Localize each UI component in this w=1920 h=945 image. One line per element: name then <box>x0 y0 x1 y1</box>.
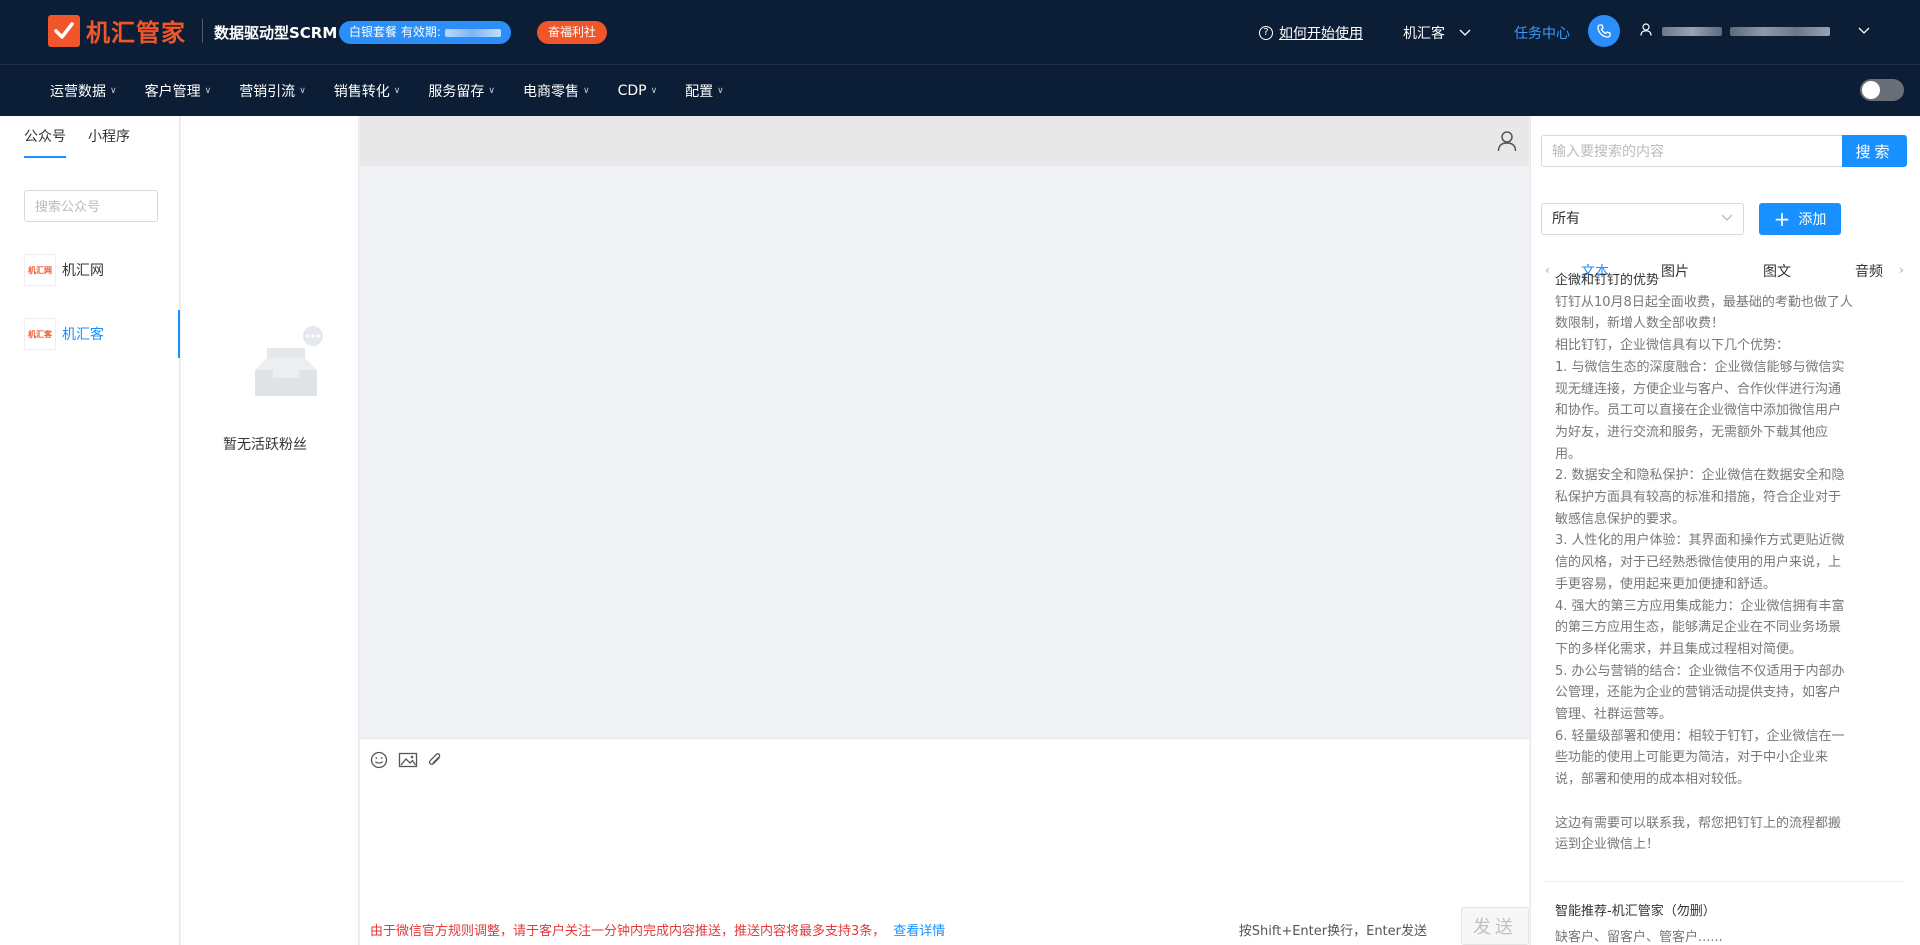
main-nav: 运营数据 ∨ 客户管理 ∨ 营销引流 ∨ 销售转化 ∨ 服务留存 ∨ 电商零售 ∨ CDP ∨… <box>0 64 1920 116</box>
nav-item-customer-mgmt[interactable]: 客户管理 ∨ <box>145 81 212 101</box>
brand-name: 机汇管家 <box>86 19 186 47</box>
user-menu[interactable] <box>1640 23 1870 40</box>
phone-icon[interactable] <box>1588 15 1620 47</box>
nav-item-service[interactable]: 服务留存 ∨ <box>428 81 495 101</box>
chevron-down-icon <box>1721 204 1733 234</box>
user-profile-icon[interactable] <box>1497 130 1517 156</box>
chevron-down-icon: ∨ <box>393 86 401 96</box>
view-details-link[interactable]: 查看详情 <box>893 924 945 939</box>
account-tabs: 公众号 小程序 <box>24 116 152 158</box>
nav-item-config[interactable]: 配置 ∨ <box>685 81 724 101</box>
chevron-down-icon: ∨ <box>110 86 117 96</box>
send-hint: 按Shift+Enter换行，Enter发送 <box>1238 924 1427 939</box>
help-label: 如何开始使用 <box>1279 26 1363 42</box>
chevron-left-icon[interactable]: ‹ <box>1545 263 1550 277</box>
filter-value: 所有 <box>1552 211 1580 227</box>
rule-notice: 由于微信官方规则调整，请于客户关注一分钟内完成内容推送，推送内容将最多支持3条，… <box>370 924 946 939</box>
account-name: 机汇网 <box>62 263 104 279</box>
chevron-down-icon: ∨ <box>488 86 495 96</box>
fans-panel: 暂无活跃粉丝 <box>181 116 359 945</box>
help-link[interactable]: ? 如何开始使用 <box>1259 23 1363 43</box>
material-title: 企微和钉钉的优势 <box>1555 273 1660 288</box>
account-item-jihuiwang[interactable]: 机汇网 机汇网 <box>0 246 180 294</box>
chevron-down-icon <box>1459 27 1471 40</box>
task-center-link[interactable]: 任务中心 <box>1514 23 1570 43</box>
send-button[interactable]: 发送 <box>1461 907 1529 945</box>
composer-toolbar <box>370 751 454 769</box>
org-selector[interactable]: 机汇客 <box>1403 23 1471 43</box>
nav-item-cdp[interactable]: CDP ∨ <box>618 83 658 99</box>
image-icon[interactable] <box>398 751 418 769</box>
brand-logo[interactable]: 机汇管家 <box>48 13 186 48</box>
plan-badge[interactable]: 白银套餐 有效期: <box>339 21 511 44</box>
toggle-knob <box>1862 81 1880 99</box>
account-search-input[interactable] <box>24 190 158 222</box>
text-material-item[interactable]: 企微和钉钉的优势 钉钉从10月8日起全面收费，最基础的考勤也做了人 数限制，新增… <box>1555 270 1885 856</box>
blurred-company <box>1730 27 1830 36</box>
logo-check-icon <box>48 14 80 47</box>
question-icon: ? <box>1259 26 1273 40</box>
welfare-badge[interactable]: 奋福利社 <box>537 21 608 44</box>
chat-header <box>360 116 1529 166</box>
chevron-down-icon: ∨ <box>650 86 658 96</box>
message-composer[interactable]: 由于微信官方规则调整，请于客户关注一分钟内完成内容推送，推送内容将最多支持3条，… <box>360 738 1529 945</box>
plan-label: 白银套餐 有效期: <box>349 25 441 39</box>
nav-items: 运营数据 ∨ 客户管理 ∨ 营销引流 ∨ 销售转化 ∨ 服务留存 ∨ 电商零售 ∨ CDP ∨… <box>50 65 752 117</box>
account-avatar: 机汇网 <box>24 254 56 286</box>
empty-inbox-icon <box>255 326 323 396</box>
blurred-expiry <box>444 28 501 37</box>
user-icon <box>1640 23 1652 40</box>
nav-item-operation-data[interactable]: 运营数据 ∨ <box>50 81 117 101</box>
chevron-down-icon: ∨ <box>717 86 724 96</box>
add-label: 添加 <box>1798 212 1827 228</box>
attachment-icon[interactable] <box>426 751 444 769</box>
slogan: 数据驱动型SCRM <box>214 24 338 42</box>
materials-panel: 搜索 所有 + 添加 ‹ 文本 图片 图文 音频 › 企微和钉钉的优势 钉钉从1… <box>1530 116 1920 945</box>
chevron-down-icon <box>1858 25 1870 38</box>
org-name: 机汇客 <box>1403 26 1445 42</box>
search-button[interactable]: 搜索 <box>1842 135 1907 167</box>
empty-fans-text: 暂无活跃粉丝 <box>223 437 307 453</box>
account-item-jihuike[interactable]: 机汇客 机汇客 <box>0 310 180 358</box>
account-name: 机汇客 <box>62 327 104 343</box>
chevron-down-icon: ∨ <box>582 86 590 96</box>
add-material-button[interactable]: + 添加 <box>1759 203 1841 235</box>
top-header: 机汇管家 数据驱动型SCRM 白银套餐 有效期: 奋福利社 ? 如何开始使用 机… <box>0 0 1920 64</box>
chevron-down-icon: ∨ <box>299 86 306 96</box>
header-divider <box>202 19 203 43</box>
material-filter-select[interactable]: 所有 <box>1541 203 1744 235</box>
theme-toggle[interactable] <box>1860 79 1904 101</box>
chevron-right-icon[interactable]: › <box>1899 263 1904 277</box>
recommend-title[interactable]: 智能推荐-机汇管家（勿删） <box>1555 900 1716 919</box>
emoji-icon[interactable] <box>370 751 388 769</box>
account-avatar: 机汇客 <box>24 318 56 350</box>
chat-area: 由于微信官方规则调整，请于客户关注一分钟内完成内容推送，推送内容将最多支持3条，… <box>360 116 1529 945</box>
chevron-down-icon: ∨ <box>204 86 212 96</box>
material-search-input[interactable] <box>1541 135 1843 167</box>
recommend-desc: 缺客户、留客户、管客户...... <box>1555 930 1723 945</box>
nav-item-sales[interactable]: 销售转化 ∨ <box>334 81 401 101</box>
plus-icon: + <box>1773 207 1791 231</box>
account-panel: 公众号 小程序 机汇网 机汇网 机汇客 机汇客 <box>0 116 180 945</box>
tab-mini-program[interactable]: 小程序 <box>88 116 130 158</box>
nav-item-marketing[interactable]: 营销引流 ∨ <box>239 81 306 101</box>
tab-official-account[interactable]: 公众号 <box>24 116 66 158</box>
blurred-username <box>1662 27 1722 36</box>
material-divider <box>1545 881 1905 882</box>
nav-item-ecommerce[interactable]: 电商零售 ∨ <box>523 81 590 101</box>
